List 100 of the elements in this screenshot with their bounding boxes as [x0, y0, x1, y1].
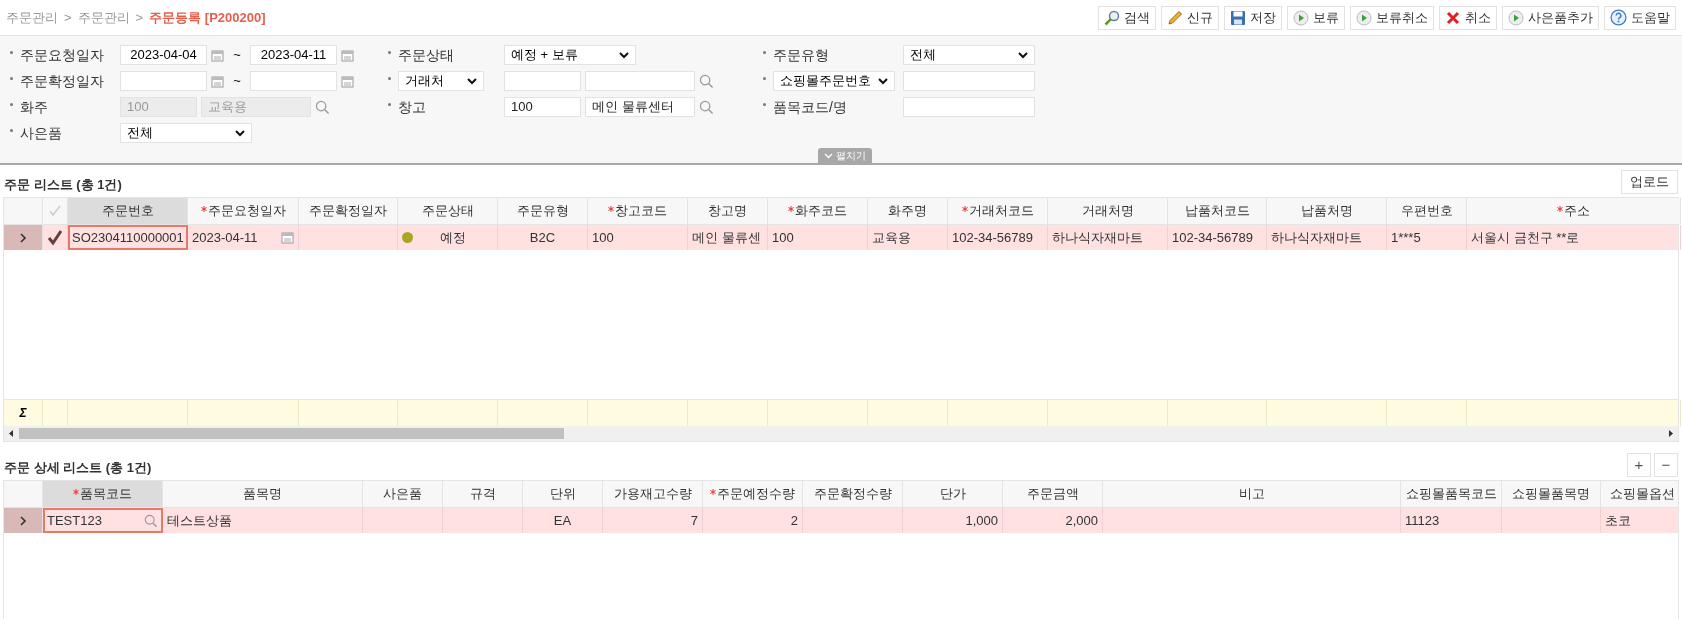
bullet-icon — [10, 102, 13, 106]
table-cell[interactable]: TEST123 — [43, 508, 163, 533]
field-label: 주문요청일자 — [20, 45, 104, 65]
table-row[interactable]: SO2304110000001 2023-04-11 예정 B2C 100 메인 물류센 100 교육용 102-34-56789 하나식자재마트 102-34-56789 하나식자재마트 1***5 서울시 금천구 **로 — [4, 225, 1678, 250]
input-field[interactable] — [903, 97, 1035, 117]
toolbar-button[interactable]: 보류 — [1287, 5, 1345, 30]
pencil-icon — [1167, 9, 1183, 26]
bullet-icon — [10, 50, 13, 54]
table-cell: 1,000 — [903, 508, 1003, 533]
date-field[interactable]: 2023-04-04 — [120, 45, 207, 65]
remove-button[interactable]: − — [1654, 453, 1678, 477]
bullet-icon — [10, 76, 13, 80]
add-button[interactable]: + — [1627, 453, 1651, 477]
input-field[interactable] — [903, 71, 1035, 91]
table-cell: SO2304110000001 — [68, 225, 188, 250]
chevron-icon — [824, 152, 833, 159]
bullet-icon — [763, 102, 766, 106]
page-title: 주문등록 [P200200] — [149, 8, 266, 27]
input-field[interactable] — [585, 71, 695, 91]
table-cell: B2C — [498, 225, 588, 250]
column-header[interactable]: 품목명 — [243, 484, 282, 504]
section-title: 주문 상세 리스트 (총 1건) — [4, 458, 152, 477]
calendar-icon[interactable] — [341, 48, 354, 62]
search-icon[interactable] — [144, 513, 158, 528]
search-icon[interactable] — [699, 99, 714, 115]
toolbar-button[interactable]: 보류취소 — [1350, 5, 1434, 30]
table-cell: 2 — [703, 508, 803, 533]
input-field[interactable] — [504, 71, 581, 91]
table-cell: 7 — [603, 508, 703, 533]
field-label: 품목코드/명 — [773, 97, 847, 117]
input-field[interactable]: 100 — [504, 97, 581, 117]
help-icon — [1610, 9, 1627, 26]
table-cell: 100 — [588, 225, 688, 250]
row-checkbox[interactable] — [47, 229, 63, 246]
date-field[interactable] — [250, 71, 337, 91]
toolbar-button[interactable]: 취소 — [1439, 5, 1497, 30]
field-label: 화주 — [20, 97, 48, 117]
table-row[interactable]: TEST123 테스트상품 EA 7 2 1,000 2,000 11123 초코 — [4, 508, 1678, 533]
column-header[interactable]: 비고 — [1238, 484, 1265, 504]
table-cell: EA — [523, 508, 603, 533]
table-cell: 11123 — [1401, 508, 1502, 533]
close-icon — [1445, 9, 1461, 26]
row-indicator-icon — [19, 515, 27, 526]
input-field[interactable]: 메인 물류센터 — [585, 97, 695, 117]
select-field[interactable]: 전체 — [120, 123, 252, 143]
table-cell: 100 — [768, 225, 868, 250]
table-cell: 교육용 — [868, 225, 948, 250]
table-cell: 1***5 — [1387, 225, 1467, 250]
toolbar-button[interactable]: 검색 — [1098, 5, 1156, 30]
table-cell: 102-34-56789 — [948, 225, 1048, 250]
date-field[interactable]: 2023-04-11 — [250, 45, 337, 65]
play-icon — [1356, 9, 1372, 26]
table-cell: 2,000 — [1003, 508, 1103, 533]
select-field[interactable]: 거래처 — [398, 71, 484, 91]
bullet-icon — [763, 76, 766, 80]
breadcrumb-separator: > — [64, 8, 72, 27]
toolbar-button[interactable]: 도움말 — [1604, 5, 1676, 30]
search-icon[interactable] — [699, 73, 714, 89]
magnifier-icon — [1104, 9, 1120, 26]
table-cell: 하나식자재마트 — [1048, 225, 1168, 250]
horizontal-scrollbar[interactable] — [4, 426, 1678, 441]
select-field[interactable]: 전체 — [903, 45, 1035, 65]
play-icon — [1293, 9, 1309, 26]
toolbar-button[interactable]: 저장 — [1224, 5, 1282, 30]
chevron-down-icon — [235, 129, 245, 137]
table-cell: 예정 — [398, 225, 498, 250]
row-indicator-icon — [19, 232, 27, 243]
toolbar-button[interactable]: 사은품추가 — [1502, 5, 1599, 30]
select-field[interactable]: 예정 + 보류 — [504, 45, 636, 65]
upload-button[interactable]: 업로드 — [1621, 170, 1678, 194]
calendar-icon[interactable] — [211, 74, 224, 88]
field-label: 사은품 — [20, 123, 62, 143]
field-label: 주문유형 — [773, 45, 829, 65]
scrollbar-thumb[interactable] — [19, 428, 564, 439]
section-title: 주문 리스트 (총 1건) — [4, 175, 122, 194]
field-label: 주문상태 — [398, 45, 454, 65]
select-field[interactable]: 쇼핑몰주문번호 — [773, 71, 895, 91]
table-cell: 102-34-56789 — [1168, 225, 1267, 250]
select-all-checkbox[interactable] — [48, 204, 62, 218]
calendar-icon[interactable] — [341, 74, 354, 88]
calendar-icon[interactable] — [211, 48, 224, 62]
table-cell: 2023-04-11 — [188, 225, 299, 250]
chevron-down-icon — [1018, 51, 1028, 59]
chevron-down-icon — [619, 51, 629, 59]
table-cell: 하나식자재마트 — [1267, 225, 1387, 250]
breadcrumb-separator: > — [135, 8, 144, 27]
table-cell: 메인 물류센 — [688, 225, 768, 250]
bullet-icon — [10, 128, 13, 132]
bullet-icon — [763, 50, 766, 54]
toolbar-button[interactable]: 신규 — [1161, 5, 1219, 30]
calendar-icon[interactable] — [281, 231, 294, 244]
range-separator: ~ — [232, 72, 242, 91]
column-header[interactable]: 주소 — [1564, 201, 1590, 221]
bullet-icon — [388, 102, 391, 106]
chevron-down-icon — [467, 77, 477, 85]
table-cell: 초코 — [1601, 508, 1678, 533]
date-field[interactable] — [120, 71, 207, 91]
field-label: 창고 — [398, 97, 426, 117]
play-icon — [1508, 9, 1524, 26]
table-cell: 서울시 금천구 **로 — [1467, 225, 1681, 250]
